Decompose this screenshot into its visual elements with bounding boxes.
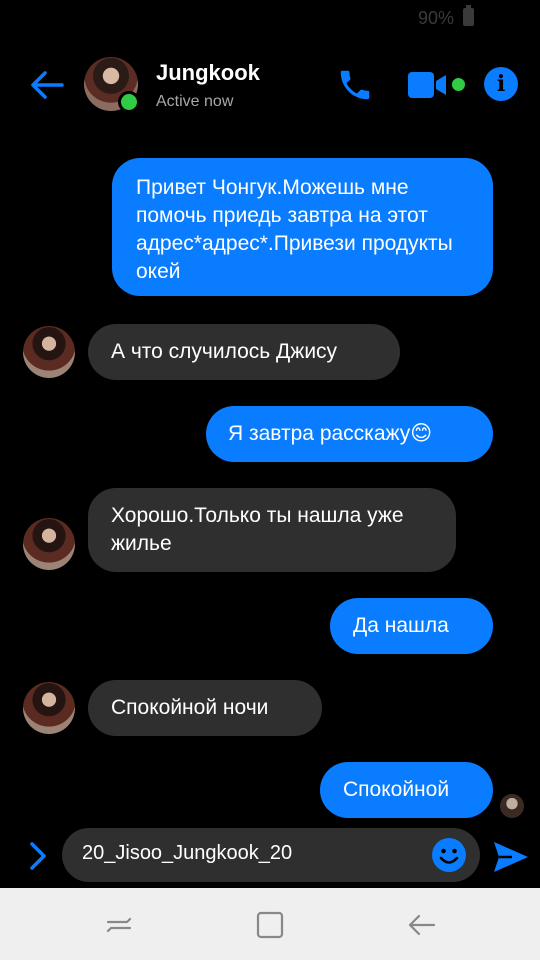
video-call-button[interactable] <box>406 68 454 102</box>
contact-status: Active now <box>156 93 234 110</box>
sender-avatar[interactable] <box>23 518 75 570</box>
message-text: Спокойной ночи <box>111 696 269 719</box>
message-text: А что случилось Джису <box>111 340 338 363</box>
nav-back-button[interactable] <box>404 910 438 940</box>
message-bubble-sent[interactable]: Я завтра расскажу😊 <box>206 406 493 462</box>
seen-avatar <box>500 794 524 818</box>
message-text: Да нашла <box>353 614 449 637</box>
contact-avatar[interactable] <box>84 57 140 113</box>
message-text: Спокойной <box>343 778 450 801</box>
video-active-dot <box>452 78 465 91</box>
message-text: Я завтра расскажу😊 <box>228 422 433 445</box>
sender-avatar[interactable] <box>23 682 75 734</box>
expand-actions-button[interactable] <box>24 840 54 872</box>
chat-header: Jungkook Active now i <box>0 50 540 120</box>
home-button[interactable] <box>253 910 287 940</box>
message-bubble-sent[interactable]: Спокойной <box>320 762 493 818</box>
emoji-button[interactable] <box>432 838 466 872</box>
status-bar: 90% <box>0 0 540 36</box>
message-bubble-received[interactable]: Спокойной ночи <box>88 680 322 736</box>
recent-apps-icon <box>106 917 132 933</box>
battery-percentage: 90% <box>417 8 454 28</box>
smiley-icon <box>432 838 466 872</box>
send-button[interactable] <box>492 838 530 876</box>
message-input-text: 20_Jisoo_Jungkook_20 <box>82 842 293 864</box>
contact-name[interactable]: Jungkook <box>156 60 260 86</box>
message-bubble-received[interactable]: Хорошо.Только ты нашла уже жилье <box>88 488 456 572</box>
chevron-right-icon <box>30 842 46 870</box>
phone-icon <box>340 70 370 100</box>
battery-icon <box>463 5 474 26</box>
back-button[interactable] <box>28 66 66 104</box>
message-text: Хорошо.Только ты нашла уже жилье <box>111 504 404 555</box>
message-text: Привет Чонгук.Можешь мне помочь приедь з… <box>136 176 453 283</box>
info-icon: i <box>496 71 506 97</box>
message-composer: 20_Jisoo_Jungkook_20 <box>0 828 540 886</box>
message-input[interactable]: 20_Jisoo_Jungkook_20 <box>62 828 480 882</box>
video-camera-icon <box>408 72 446 98</box>
nav-back-icon <box>408 914 436 936</box>
arrow-left-icon <box>31 71 64 99</box>
sender-avatar[interactable] <box>23 326 75 378</box>
info-button[interactable]: i <box>484 67 518 101</box>
home-icon <box>256 911 284 939</box>
system-navigation-bar <box>0 888 540 960</box>
recent-apps-button[interactable] <box>102 910 136 940</box>
active-status-dot <box>118 91 140 113</box>
message-bubble-received[interactable]: А что случилось Джису <box>88 324 400 380</box>
voice-call-button[interactable] <box>336 66 374 104</box>
message-bubble-sent[interactable]: Привет Чонгук.Можешь мне помочь приедь з… <box>112 158 493 296</box>
message-bubble-sent[interactable]: Да нашла <box>330 598 493 654</box>
send-icon <box>494 842 528 872</box>
